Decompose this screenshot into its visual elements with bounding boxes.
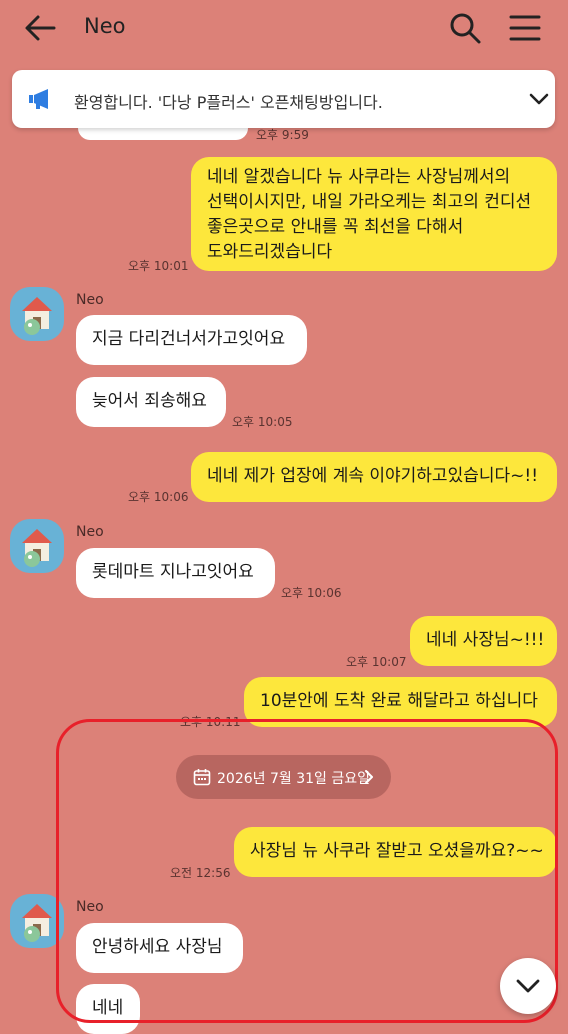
sender-name: Neo <box>76 292 104 308</box>
other-message-bubble: 지금 다리건너서가고잇어요 <box>76 315 307 365</box>
message-time: 오후 10:06 <box>281 586 342 600</box>
megaphone-icon <box>29 89 48 109</box>
top-bar: Neo <box>0 0 568 56</box>
my-message-bubble: 네네 알겠습니다 뉴 사쿠라는 사장님께서의 선택이시지만, 내일 가라오케는 … <box>191 157 557 271</box>
search-icon <box>450 13 481 44</box>
notice-text: 환영합니다. '다낭 P플러스' 오픈채팅방입니다. <box>74 93 383 112</box>
message-line: 좋은곳으로 안내를 꼭 최선을 다해서 <box>207 217 464 237</box>
chat-title: Neo <box>84 14 126 38</box>
other-message-bubble: 늦어서 죄송해요 <box>76 377 226 427</box>
scroll-to-bottom-button[interactable] <box>500 958 556 1014</box>
message-time: 오후 10:07 <box>346 655 407 669</box>
message-time: 오후 9:59 <box>256 128 309 142</box>
message-line: 도와드리겠습니다 <box>207 242 333 262</box>
menu-icon <box>509 15 541 41</box>
message-time: 오후 10:01 <box>128 259 189 273</box>
message-line: 네네 알겠습니다 뉴 사쿠라는 사장님께서의 <box>207 167 511 187</box>
chevron-down-icon <box>516 979 540 993</box>
back-button[interactable] <box>22 12 62 44</box>
avatar-house-icon <box>10 519 64 573</box>
message-line: 선택이시지만, 내일 가라오케는 최고의 컨디션 <box>207 192 532 212</box>
sender-name: Neo <box>76 524 104 540</box>
my-message-bubble: 네네 제가 업장에 계속 이야기하고있습니다~!! <box>191 452 557 502</box>
avatar-house-icon <box>10 287 64 341</box>
search-button[interactable] <box>448 11 482 45</box>
other-message-bubble: 롯데마트 지나고잇어요 <box>76 548 275 598</box>
message-time: 오후 10:05 <box>232 415 293 429</box>
message-time: 오후 10:06 <box>128 490 189 504</box>
back-arrow-icon <box>25 15 56 41</box>
menu-button[interactable] <box>508 12 542 44</box>
my-message-bubble: 네네 사장님~!!! <box>410 616 557 666</box>
notice-banner[interactable]: 환영합니다. '다낭 P플러스' 오픈채팅방입니다. <box>12 70 555 128</box>
highlight-box <box>56 719 558 1023</box>
chevron-down-icon[interactable] <box>528 90 550 108</box>
